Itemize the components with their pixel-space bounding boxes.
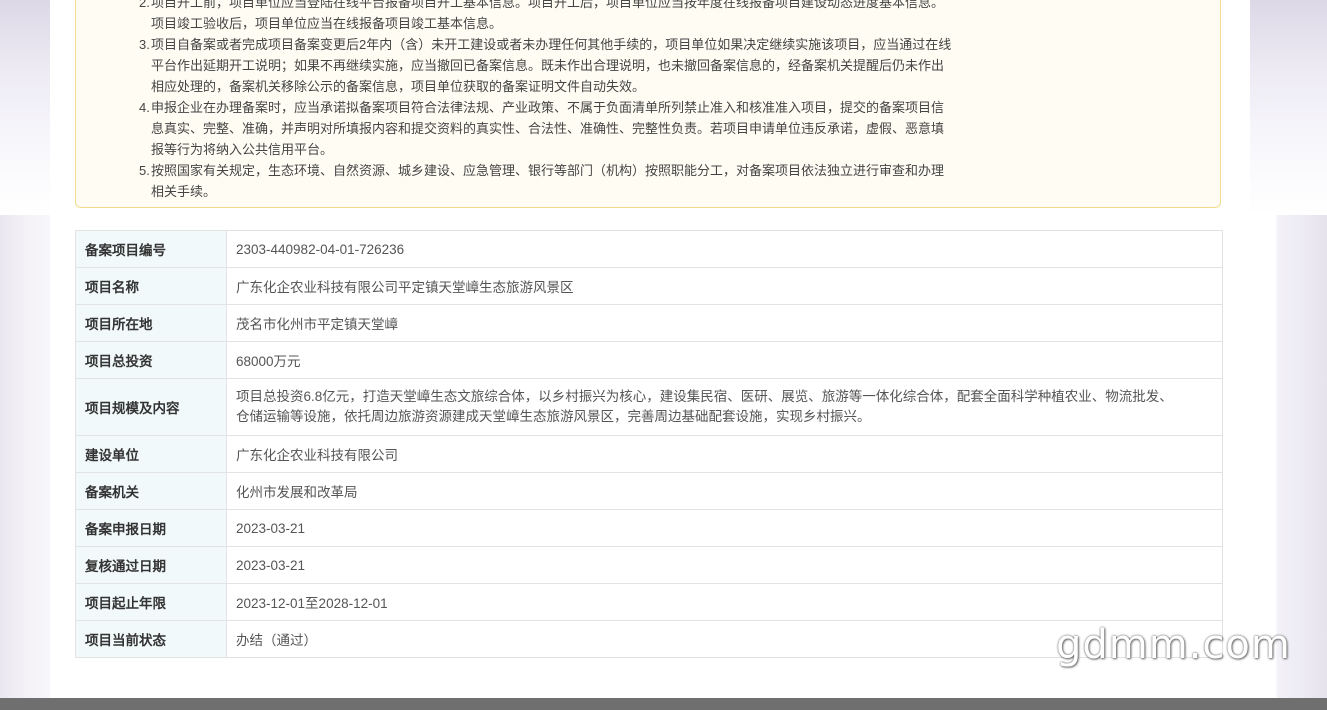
row-label: 项目当前状态 [75, 620, 227, 658]
row-value: 68000万元 [226, 341, 1223, 379]
row-label: 项目起止年限 [75, 583, 227, 621]
row-value: 2023-03-21 [226, 546, 1223, 584]
notice-line: 按照国家有关规定，生态环境、自然资源、城乡建设、应急管理、银行等部门（机构）按照… [151, 163, 945, 178]
table-row-project-name: 项目名称 广东化企农业科技有限公司平定镇天堂嶂生态旅游风景区 [75, 267, 1223, 305]
row-value: 2303-440982-04-01-726236 [226, 230, 1223, 268]
row-value-line: 项目总投资6.8亿元，打造天堂嶂生态文旅综合体，以乡村振兴为核心，建设集民宿、医… [236, 389, 1173, 404]
page-content: 2. 项目开工前，项目单位应当登陆在线平台报备项目开工基本信息。项目开工后，项目… [50, 0, 1250, 698]
notice-item-2: 2. 项目开工前，项目单位应当登陆在线平台报备项目开工基本信息。项目开工后，项目… [139, 0, 1019, 34]
notice-number: 2. [139, 0, 150, 10]
notice-list: 2. 项目开工前，项目单位应当登陆在线平台报备项目开工基本信息。项目开工后，项目… [139, 0, 1019, 202]
project-info-table: 备案项目编号 2303-440982-04-01-726236 项目名称 广东化… [75, 230, 1223, 658]
table-row-project-location: 项目所在地 茂名市化州市平定镇天堂嶂 [75, 304, 1223, 342]
notice-line: 相应处理的，备案机关移除公示的备案信息，项目单位获取的备案证明文件自动失效。 [151, 79, 646, 94]
notice-number: 5. [139, 163, 150, 178]
row-value: 广东化企农业科技有限公司平定镇天堂嶂生态旅游风景区 [226, 267, 1223, 305]
row-value: 化州市发展和改革局 [226, 472, 1223, 510]
row-label: 项目总投资 [75, 341, 227, 379]
notice-line: 报等行为将纳入公共信用平台。 [151, 142, 334, 157]
page-side-decoration-left [0, 0, 50, 215]
row-value-line: 仓储运输等设施，依托周边旅游资源建成天堂嶂生态旅游风景区，完善周边基础配套设施，… [236, 409, 871, 424]
table-row-project-code: 备案项目编号 2303-440982-04-01-726236 [75, 230, 1223, 268]
table-row-review-date: 复核通过日期 2023-03-21 [75, 546, 1223, 584]
table-row-total-investment: 项目总投资 68000万元 [75, 341, 1223, 379]
notice-line: 项目竣工验收后，项目单位应当在线报备项目竣工基本信息。 [151, 16, 503, 31]
row-label: 备案项目编号 [75, 230, 227, 268]
notice-item-4: 4. 申报企业在办理备案时，应当承诺拟备案项目符合法律法规、产业政策、不属于负面… [139, 97, 1019, 160]
table-row-current-status: 项目当前状态 办结（通过） [75, 620, 1223, 658]
row-value: 2023-12-01至2028-12-01 [226, 583, 1223, 621]
row-label: 备案机关 [75, 472, 227, 510]
row-label: 项目所在地 [75, 304, 227, 342]
page-side-decoration-right [1249, 0, 1327, 215]
notice-line: 相关手续。 [151, 184, 217, 199]
notice-line: 项目开工前，项目单位应当登陆在线平台报备项目开工基本信息。项目开工后，项目单位应… [151, 0, 945, 10]
footer-bar [0, 698, 1327, 710]
notice-line: 息真实、完整、准确，并声明对所填报内容和提交资料的真实性、合法性、准确性、完整性… [151, 121, 945, 136]
table-row-filing-authority: 备案机关 化州市发展和改革局 [75, 472, 1223, 510]
row-value: 茂名市化州市平定镇天堂嶂 [226, 304, 1223, 342]
row-value: 项目总投资6.8亿元，打造天堂嶂生态文旅综合体，以乡村振兴为核心，建设集民宿、医… [226, 378, 1223, 436]
notice-line: 申报企业在办理备案时，应当承诺拟备案项目符合法律法规、产业政策、不属于负面清单所… [151, 100, 945, 115]
notice-item-5: 5. 按照国家有关规定，生态环境、自然资源、城乡建设、应急管理、银行等部门（机构… [139, 160, 1019, 202]
table-row-scale-content: 项目规模及内容 项目总投资6.8亿元，打造天堂嶂生态文旅综合体，以乡村振兴为核心… [75, 378, 1223, 436]
watermark-logo: gdmm.com [1056, 622, 1291, 668]
row-label: 建设单位 [75, 435, 227, 473]
notice-item-3: 3. 项目自备案或者完成项目备案变更后2年内（含）未开工建设或者未办理任何其他手… [139, 34, 1019, 97]
row-label: 备案申报日期 [75, 509, 227, 547]
table-row-filing-date: 备案申报日期 2023-03-21 [75, 509, 1223, 547]
row-label: 项目规模及内容 [75, 378, 227, 436]
row-label: 复核通过日期 [75, 546, 227, 584]
notice-number: 3. [139, 37, 150, 52]
notice-line: 平台作出延期开工说明；如果不再继续实施，应当撤回已备案信息。既未作出合理说明，也… [151, 58, 945, 73]
row-value: 2023-03-21 [226, 509, 1223, 547]
table-row-project-period: 项目起止年限 2023-12-01至2028-12-01 [75, 583, 1223, 621]
table-row-construction-unit: 建设单位 广东化企农业科技有限公司 [75, 435, 1223, 473]
notice-line: 项目自备案或者完成项目备案变更后2年内（含）未开工建设或者未办理任何其他手续的，… [151, 37, 952, 52]
notice-number: 4. [139, 100, 150, 115]
row-label: 项目名称 [75, 267, 227, 305]
row-value: 广东化企农业科技有限公司 [226, 435, 1223, 473]
